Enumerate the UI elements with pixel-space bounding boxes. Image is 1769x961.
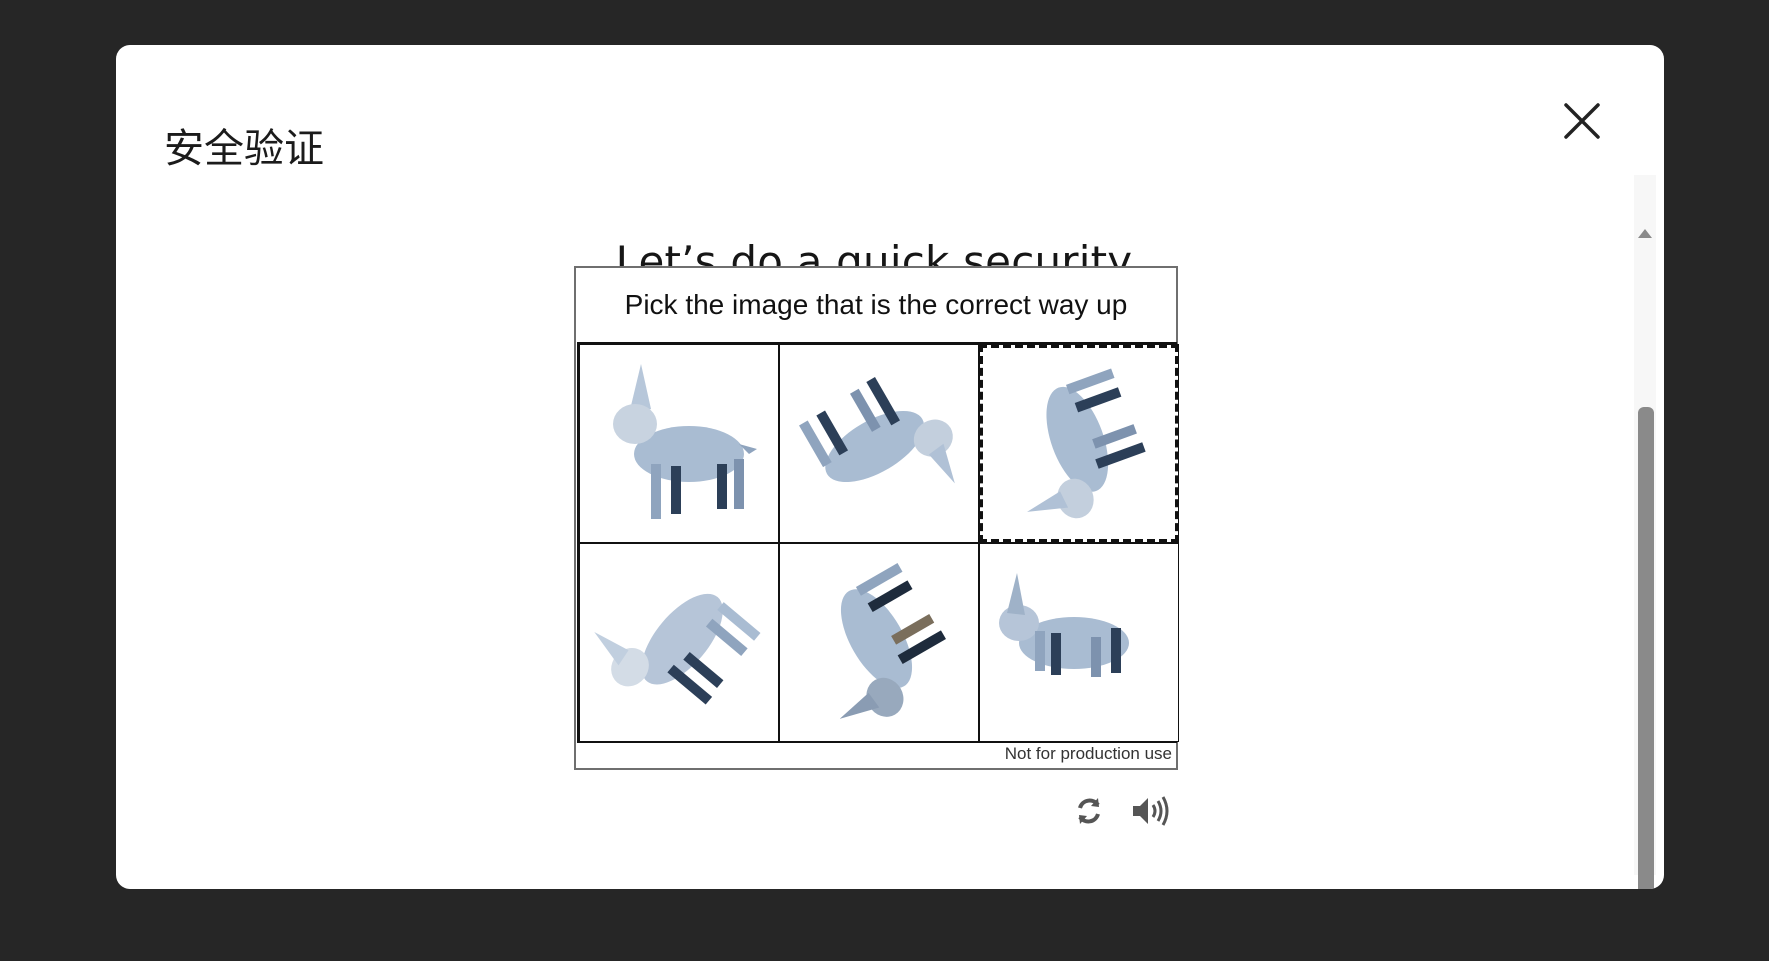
image-tile-4[interactable]	[579, 543, 779, 742]
dialog-title: 安全验证	[164, 126, 324, 172]
image-tile-5[interactable]	[779, 543, 979, 742]
image-grid	[577, 342, 1179, 743]
security-dialog: 安全验证 Let’s do a quick security check Pic…	[116, 45, 1664, 889]
scroll-up-arrow-icon[interactable]	[1637, 225, 1653, 241]
speaker-icon	[1133, 796, 1169, 826]
image-tile-1[interactable]	[579, 344, 779, 543]
watermark-text: Not for production use	[1004, 744, 1172, 763]
scrollbar-thumb[interactable]	[1638, 407, 1654, 889]
image-tile-2[interactable]	[779, 344, 979, 543]
dog-rotated-image	[799, 376, 955, 483]
audio-button[interactable]	[1130, 790, 1172, 832]
captcha-controls	[1068, 790, 1172, 832]
image-tile-6[interactable]	[979, 543, 1179, 742]
close-button[interactable]	[1550, 89, 1614, 153]
dog-rotated-image	[594, 593, 761, 705]
image-tile-3[interactable]	[979, 344, 1179, 543]
scrollbar[interactable]	[1634, 175, 1656, 889]
dog-rotated-image	[1027, 367, 1146, 518]
captcha-frame: Pick the image that is the correct way u…	[574, 266, 1179, 770]
dog-rotated-image	[839, 562, 946, 719]
refresh-button[interactable]	[1068, 790, 1110, 832]
refresh-icon	[1078, 798, 1100, 824]
close-icon	[1564, 103, 1600, 139]
dog-rotated-image	[999, 572, 1129, 677]
captcha-instruction: Pick the image that is the correct way u…	[624, 289, 1128, 320]
dog-upright-image	[613, 363, 757, 519]
